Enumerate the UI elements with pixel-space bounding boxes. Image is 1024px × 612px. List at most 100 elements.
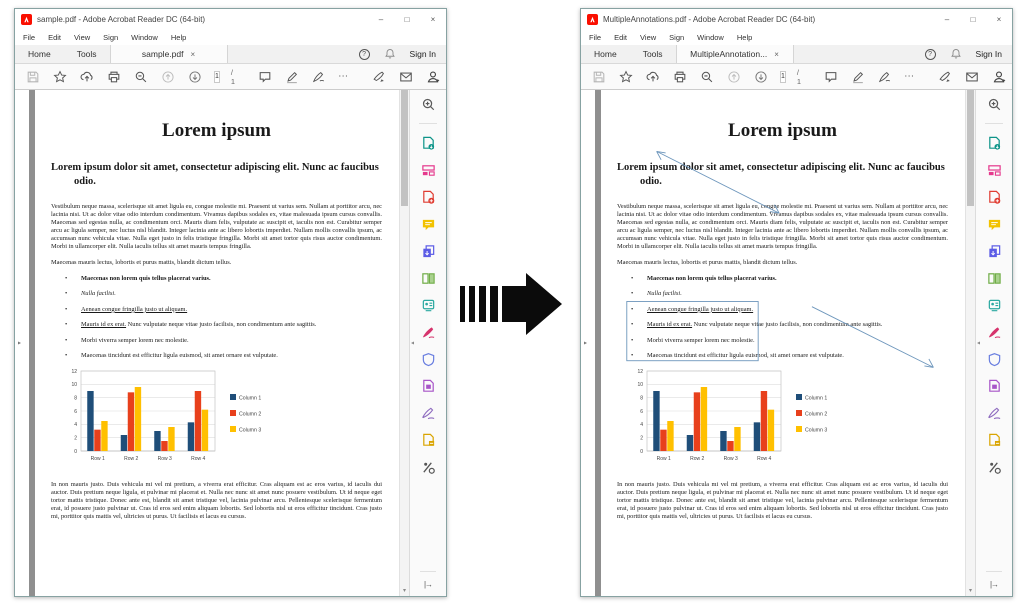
tab-tools[interactable]: Tools bbox=[64, 45, 110, 63]
tab-home[interactable]: Home bbox=[15, 45, 64, 63]
vertical-scrollbar[interactable]: ▾ bbox=[965, 90, 975, 596]
export-pdf-icon[interactable] bbox=[420, 135, 436, 151]
help-icon[interactable]: ? bbox=[359, 49, 370, 60]
minimize-button[interactable]: – bbox=[368, 9, 394, 29]
compress-pdf-icon[interactable] bbox=[420, 378, 436, 394]
sign-pen-icon[interactable] bbox=[311, 69, 327, 85]
navigation-pane-strip[interactable]: ▸ bbox=[581, 90, 595, 596]
protect-icon[interactable] bbox=[420, 351, 436, 367]
tab-tools[interactable]: Tools bbox=[630, 45, 676, 63]
navigation-pane-strip[interactable]: ▸ bbox=[15, 90, 29, 596]
notification-bell-icon[interactable] bbox=[382, 46, 398, 62]
minimize-button[interactable]: – bbox=[934, 9, 960, 29]
certificates-icon[interactable] bbox=[986, 405, 1002, 421]
comment-tool-icon[interactable] bbox=[420, 216, 436, 232]
panel-expand-icon[interactable]: |→ bbox=[976, 580, 1012, 589]
close-button[interactable]: × bbox=[986, 9, 1012, 29]
more-tools-icon[interactable]: ⋯ bbox=[904, 71, 915, 82]
menu-window[interactable]: Window bbox=[697, 33, 724, 42]
create-pdf-icon[interactable] bbox=[986, 189, 1002, 205]
search-tools-icon[interactable] bbox=[986, 96, 1002, 112]
print-icon[interactable] bbox=[106, 69, 122, 85]
account-icon[interactable] bbox=[425, 69, 441, 85]
print-icon[interactable] bbox=[672, 69, 688, 85]
star-icon[interactable] bbox=[52, 69, 68, 85]
previous-page-icon[interactable] bbox=[726, 69, 742, 85]
save-icon[interactable] bbox=[591, 69, 607, 85]
menu-edit[interactable]: Edit bbox=[614, 33, 627, 42]
fill-and-sign-icon[interactable] bbox=[420, 324, 436, 340]
notification-bell-icon[interactable] bbox=[948, 46, 964, 62]
request-signatures-icon[interactable] bbox=[420, 297, 436, 313]
tab-document[interactable]: sample.pdf × bbox=[110, 45, 228, 63]
next-page-icon[interactable] bbox=[753, 69, 769, 85]
panel-collapse-icon[interactable]: ◂ bbox=[977, 340, 980, 347]
close-button[interactable]: × bbox=[420, 9, 446, 29]
email-icon[interactable] bbox=[398, 69, 414, 85]
export-pdf-icon[interactable] bbox=[986, 135, 1002, 151]
save-icon[interactable] bbox=[25, 69, 41, 85]
more-tools-panel-icon[interactable] bbox=[986, 459, 1002, 475]
custom-tool-icon[interactable] bbox=[420, 432, 436, 448]
edit-pdf-icon[interactable] bbox=[420, 162, 436, 178]
sign-pen-icon[interactable] bbox=[877, 69, 893, 85]
share-pen-icon[interactable] bbox=[937, 69, 953, 85]
maximize-button[interactable]: □ bbox=[960, 9, 986, 29]
more-tools-icon[interactable]: ⋯ bbox=[338, 71, 349, 82]
scrollbar-thumb[interactable] bbox=[967, 90, 974, 206]
combine-files-icon[interactable] bbox=[420, 243, 436, 259]
zoom-icon[interactable] bbox=[133, 69, 149, 85]
menu-help[interactable]: Help bbox=[737, 33, 752, 42]
menu-view[interactable]: View bbox=[74, 33, 90, 42]
compress-pdf-icon[interactable] bbox=[986, 378, 1002, 394]
protect-icon[interactable] bbox=[986, 351, 1002, 367]
help-icon[interactable]: ? bbox=[925, 49, 936, 60]
zoom-icon[interactable] bbox=[699, 69, 715, 85]
menu-sign[interactable]: Sign bbox=[103, 33, 118, 42]
comment-icon[interactable] bbox=[823, 69, 839, 85]
menu-edit[interactable]: Edit bbox=[48, 33, 61, 42]
title-bar[interactable]: MultipleAnnotations.pdf - Adobe Acrobat … bbox=[581, 9, 1012, 29]
organize-pages-icon[interactable] bbox=[420, 270, 436, 286]
create-pdf-icon[interactable] bbox=[420, 189, 436, 205]
request-signatures-icon[interactable] bbox=[986, 297, 1002, 313]
share-cloud-icon[interactable] bbox=[79, 69, 95, 85]
scrollbar-thumb[interactable] bbox=[401, 90, 408, 206]
title-bar[interactable]: sample.pdf - Adobe Acrobat Reader DC (64… bbox=[15, 9, 446, 29]
more-tools-panel-icon[interactable] bbox=[420, 459, 436, 475]
previous-page-icon[interactable] bbox=[160, 69, 176, 85]
highlight-pen-icon[interactable] bbox=[850, 69, 866, 85]
tab-document[interactable]: MultipleAnnotation... × bbox=[676, 45, 794, 63]
fill-and-sign-icon[interactable] bbox=[986, 324, 1002, 340]
search-tools-icon[interactable] bbox=[420, 96, 436, 112]
tab-home[interactable]: Home bbox=[581, 45, 630, 63]
sign-in-button[interactable]: Sign In bbox=[410, 49, 436, 59]
menu-sign[interactable]: Sign bbox=[669, 33, 684, 42]
sign-in-button[interactable]: Sign In bbox=[976, 49, 1002, 59]
share-cloud-icon[interactable] bbox=[645, 69, 661, 85]
edit-pdf-icon[interactable] bbox=[986, 162, 1002, 178]
nav-expand-icon[interactable]: ▸ bbox=[18, 340, 21, 347]
highlight-pen-icon[interactable] bbox=[284, 69, 300, 85]
account-icon[interactable] bbox=[991, 69, 1007, 85]
menu-help[interactable]: Help bbox=[171, 33, 186, 42]
combine-files-icon[interactable] bbox=[986, 243, 1002, 259]
panel-collapse-icon[interactable]: ◂ bbox=[411, 340, 414, 347]
close-tab-icon[interactable]: × bbox=[774, 50, 779, 59]
comment-icon[interactable] bbox=[257, 69, 273, 85]
star-icon[interactable] bbox=[618, 69, 634, 85]
menu-view[interactable]: View bbox=[640, 33, 656, 42]
share-pen-icon[interactable] bbox=[371, 69, 387, 85]
close-tab-icon[interactable]: × bbox=[190, 50, 195, 59]
certificates-icon[interactable] bbox=[420, 405, 436, 421]
organize-pages-icon[interactable] bbox=[986, 270, 1002, 286]
next-page-icon[interactable] bbox=[187, 69, 203, 85]
menu-file[interactable]: File bbox=[23, 33, 35, 42]
comment-tool-icon[interactable] bbox=[986, 216, 1002, 232]
vertical-scrollbar[interactable]: ▾ bbox=[399, 90, 409, 596]
scroll-down-icon[interactable]: ▾ bbox=[400, 587, 409, 594]
nav-expand-icon[interactable]: ▸ bbox=[584, 340, 587, 347]
page-number-input[interactable]: 1 bbox=[780, 71, 786, 83]
scroll-down-icon[interactable]: ▾ bbox=[966, 587, 975, 594]
menu-file[interactable]: File bbox=[589, 33, 601, 42]
